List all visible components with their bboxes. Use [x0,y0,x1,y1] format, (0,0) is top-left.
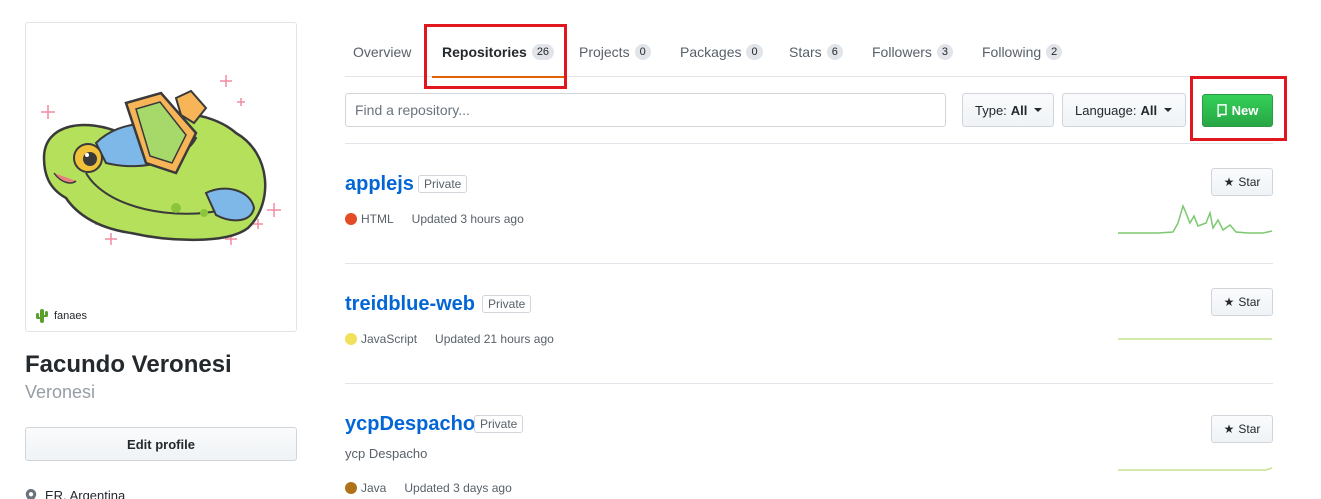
language-filter-value: All [1140,102,1158,118]
repo-meta: Java Updated 3 days ago [345,481,512,495]
edit-profile-button[interactable]: Edit profile [25,427,297,461]
repo-updated: Updated 3 hours ago [411,212,524,226]
tab-label: Packages [680,43,742,60]
repo-language: JavaScript [361,332,418,346]
profile-name: Facundo Veronesi [25,351,232,378]
tab-label: Following [982,43,1042,60]
private-badge: Private [482,295,532,313]
tab-stars[interactable]: Stars 6 [789,26,843,77]
star-icon: ★ [1223,422,1235,436]
language-color-dot [345,333,357,345]
tab-followers[interactable]: Followers 3 [872,26,954,77]
star-button[interactable]: ★ Star [1211,288,1273,316]
location-text: ER, Argentina [45,488,126,499]
activity-sparkline [1118,203,1272,234]
language-filter-label: Language: [1075,102,1137,118]
tab-counter: 0 [746,43,763,60]
profile-status[interactable]: fanaes [36,308,87,324]
type-filter-label: Type: [975,102,1007,118]
activity-sparkline [1118,467,1272,471]
type-filter-dropdown[interactable]: Type: All [962,93,1054,127]
cactus-icon [36,309,48,323]
tab-projects[interactable]: Projects 0 [579,26,651,77]
repo-name-link[interactable]: ycpDespacho [345,413,475,436]
tab-counter: 6 [826,43,843,60]
private-badge: Private [474,415,524,433]
repo-description: ycp Despacho [345,446,428,461]
repo-name-link[interactable]: treidblue-web [345,293,475,316]
divider [345,263,1273,264]
search-input[interactable]: Find a repository... [345,93,946,127]
repo-updated: Updated 3 days ago [404,481,512,495]
type-filter-value: All [1010,102,1028,118]
tab-counter: 2 [1046,43,1063,60]
highlight-new-button [1190,76,1287,141]
star-button[interactable]: ★ Star [1211,168,1273,196]
profile-login: Veronesi [25,382,96,402]
star-label: Star [1238,175,1261,189]
private-badge: Private [418,175,468,193]
caret-down-icon [1164,108,1173,112]
highlight-repositories-tab [424,24,567,89]
status-text: fanaes [54,310,88,322]
activity-sparkline [1118,338,1272,340]
tab-label: Stars [789,43,822,60]
language-filter-dropdown[interactable]: Language: All [1062,93,1186,127]
tab-counter: 0 [634,43,651,60]
repo-meta: JavaScript Updated 21 hours ago [345,332,554,346]
divider [345,383,1273,384]
tab-following[interactable]: Following 2 [982,26,1063,77]
profile-location: ER, Argentina [25,488,125,499]
repo-language: HTML [361,212,394,226]
star-icon: ★ [1223,295,1235,309]
language-color-dot [345,482,357,494]
star-button[interactable]: ★ Star [1211,415,1273,443]
repo-meta: HTML Updated 3 hours ago [345,212,524,226]
avatar[interactable] [26,23,296,303]
repo-updated: Updated 21 hours ago [435,332,554,346]
divider [345,143,1273,144]
star-label: Star [1238,295,1261,309]
tab-packages[interactable]: Packages 0 [680,26,763,77]
repo-language: Java [361,481,387,495]
language-color-dot [345,213,357,225]
repo-name-link[interactable]: applejs [345,173,414,196]
avatar-card: fanaes [25,22,297,332]
tab-overview[interactable]: Overview [353,26,411,77]
caret-down-icon [1034,108,1043,112]
star-label: Star [1238,422,1261,436]
tab-counter: 3 [936,43,954,60]
star-icon: ★ [1223,175,1235,189]
tab-label: Followers [872,43,932,60]
tab-label: Overview [353,43,412,60]
tab-label: Projects [579,43,630,60]
location-icon [25,488,37,499]
